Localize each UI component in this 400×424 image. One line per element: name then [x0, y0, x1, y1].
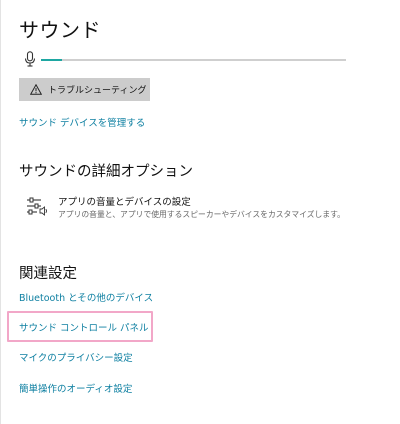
ease-of-access-audio-link[interactable]: 簡単操作のオーディオ設定 [19, 381, 132, 395]
microphone-privacy-link[interactable]: マイクのプライバシー設定 [19, 350, 133, 364]
input-volume-row [19, 50, 349, 70]
input-volume-meter-fill [41, 59, 63, 61]
input-volume-meter [41, 59, 346, 61]
troubleshoot-button-label: トラブルシューティング [48, 86, 147, 96]
advanced-options-heading: サウンドの詳細オプション [19, 164, 193, 180]
related-settings-heading: 関連設定 [19, 266, 77, 282]
app-volume-description: アプリの音量と、アプリで使用するスピーカーやデバイスをカスタマイズします。 [58, 210, 345, 219]
manage-sound-devices-link[interactable]: サウンド デバイスを管理する [19, 115, 145, 129]
page-title: サウンド [19, 18, 101, 42]
app-volume-title: アプリの音量とデバイスの設定 [58, 197, 191, 208]
mixer-sliders-icon [27, 197, 47, 216]
left-divider [0, 0, 1, 424]
bluetooth-devices-link[interactable]: Bluetooth とその他のデバイス [19, 290, 153, 304]
highlight-box [7, 311, 153, 342]
microphone-icon [24, 51, 36, 67]
warning-icon [30, 84, 42, 95]
troubleshoot-button[interactable]: トラブルシューティング [19, 78, 150, 101]
app-volume-device-settings[interactable]: アプリの音量とデバイスの設定 アプリの音量と、アプリで使用するスピーカーやデバイ… [26, 193, 356, 225]
